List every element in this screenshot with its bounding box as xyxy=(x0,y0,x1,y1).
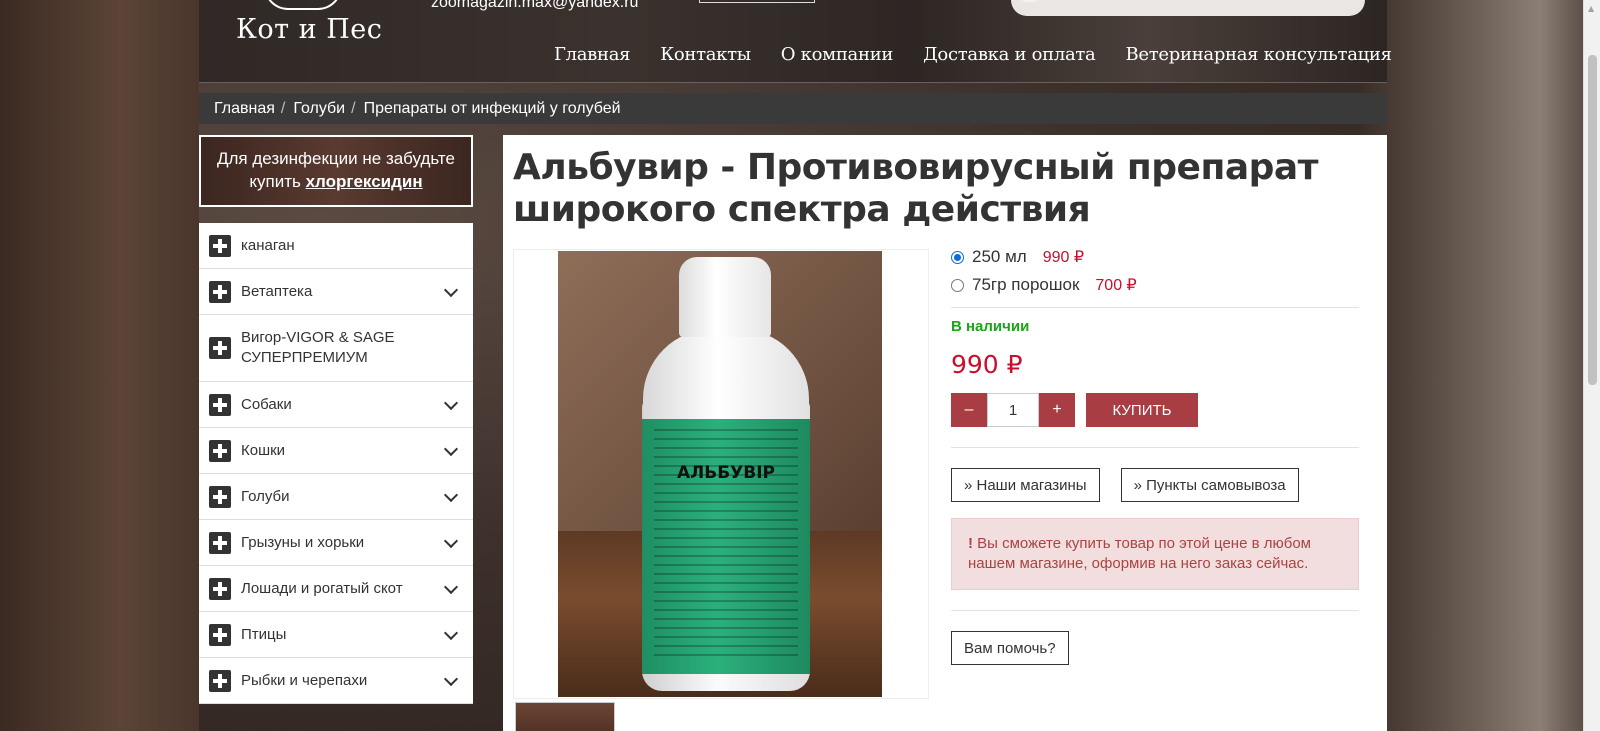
scrollbar[interactable]: ▲ xyxy=(1583,0,1600,731)
sidebar-item-vigor[interactable]: Вигор-VIGOR & SAGE СУПЕРПРЕМИУМ xyxy=(199,315,473,382)
variant-price: 700 ₽ xyxy=(1095,277,1137,294)
main-nav: Главная Контакты О компании Доставка и о… xyxy=(539,44,1407,65)
plus-icon[interactable] xyxy=(209,531,231,554)
plus-icon[interactable] xyxy=(209,485,231,508)
quantity-increment-button[interactable]: + xyxy=(1039,393,1075,427)
breadcrumb-pigeons[interactable]: Голуби xyxy=(293,100,345,118)
search-icon[interactable] xyxy=(1019,0,1041,2)
quantity-input[interactable] xyxy=(987,393,1039,427)
bottle-brand-text: АЛЬБУВІР xyxy=(676,463,776,483)
pickup-points-button[interactable]: » Пункты самовывоза xyxy=(1120,468,1299,502)
sidebar-item-label: Ветаптека xyxy=(241,282,313,300)
chevron-down-icon[interactable] xyxy=(443,625,459,640)
stock-status: В наличии xyxy=(951,318,1030,335)
divider xyxy=(951,610,1359,611)
page-title: Альбувир - Противовирусный препарат широ… xyxy=(513,147,1319,230)
product-photo[interactable]: АЛЬБУВІР xyxy=(558,251,882,697)
chevron-down-icon[interactable] xyxy=(443,671,459,686)
plus-icon[interactable] xyxy=(209,234,231,257)
sidebar-item-label: Птицы xyxy=(241,625,287,643)
header-button[interactable] xyxy=(699,0,815,3)
page-container: Кот и Пес zoomagazin.max@yandex.ru Главн… xyxy=(199,0,1392,731)
quantity-row: – + КУПИТЬ xyxy=(951,393,1359,427)
variant-price: 990 ₽ xyxy=(1042,249,1085,266)
plus-icon[interactable] xyxy=(209,393,231,416)
sidebar-item-dogs[interactable]: Собаки xyxy=(199,382,473,428)
quantity-decrement-button[interactable]: – xyxy=(951,393,987,427)
site-header: Кот и Пес zoomagazin.max@yandex.ru Главн… xyxy=(199,0,1392,83)
nav-item-vet[interactable]: Ветеринарная консультация xyxy=(1110,44,1406,65)
bottle-label: АЛЬБУВІР xyxy=(642,419,810,674)
product-image-frame[interactable]: АЛЬБУВІР xyxy=(513,249,929,699)
buy-button[interactable]: КУПИТЬ xyxy=(1086,393,1198,427)
variant-option[interactable]: 250 мл 990 ₽ xyxy=(951,243,1359,271)
chevron-down-icon[interactable] xyxy=(443,533,459,548)
plus-icon[interactable] xyxy=(209,623,231,646)
nav-item-delivery[interactable]: Доставка и оплата xyxy=(908,44,1110,65)
chevron-down-icon[interactable] xyxy=(443,395,459,410)
breadcrumb-separator: / xyxy=(351,99,356,117)
sidebar-item-label: Собаки xyxy=(241,395,292,413)
search-input[interactable] xyxy=(1011,0,1365,16)
variant-radio[interactable] xyxy=(951,278,964,292)
sidebar-item-vetapteka[interactable]: Ветаптека xyxy=(199,269,473,315)
plus-icon[interactable] xyxy=(209,669,231,692)
sidebar-item-birds[interactable]: Птицы xyxy=(199,612,473,658)
sidebar-item-cats[interactable]: Кошки xyxy=(199,428,473,474)
plus-icon[interactable] xyxy=(209,337,231,359)
nav-item-home[interactable]: Главная xyxy=(539,44,645,65)
price-alert: ! Вы сможете купить товар по этой цене в… xyxy=(951,518,1359,590)
sidebar-item-label: Вигор-VIGOR & SAGE СУПЕРПРЕМИУМ xyxy=(241,329,395,366)
sidebar-item-fish[interactable]: Рыбки и черепахи xyxy=(199,658,473,704)
category-list: канаган Ветаптека Вигор-VIGOR & SAGE СУП… xyxy=(199,223,473,704)
page-background-left xyxy=(0,0,199,731)
help-button[interactable]: Вам помочь? xyxy=(951,631,1069,665)
header-email[interactable]: zoomagazin.max@yandex.ru xyxy=(431,0,638,12)
plus-icon[interactable] xyxy=(209,577,231,600)
sidebar-item-pigeons[interactable]: Голуби xyxy=(199,474,473,520)
logo-icon xyxy=(264,0,342,10)
breadcrumb-home[interactable]: Главная xyxy=(214,100,275,118)
stores-row: » Наши магазины » Пункты самовывоза xyxy=(951,468,1359,502)
variant-option[interactable]: 75гр порошок 700 ₽ xyxy=(951,271,1359,299)
chevron-down-icon[interactable] xyxy=(443,579,459,594)
sidebar-item-label: Голуби xyxy=(241,487,290,505)
sidebar-item-label: канаган xyxy=(241,236,295,254)
variant-name: 75гр порошок xyxy=(972,275,1080,294)
breadcrumb-current: Препараты от инфекций у голубей xyxy=(363,99,621,117)
product-price: 990 ₽ xyxy=(951,350,1023,379)
plus-icon[interactable] xyxy=(209,439,231,462)
alert-text: Вы сможете купить товар по этой цене в л… xyxy=(968,535,1311,572)
variant-name: 250 мл xyxy=(972,247,1027,266)
sidebar-item-label: Кошки xyxy=(241,441,286,459)
product-info: 250 мл 990 ₽ 75гр порошок 700 ₽ В наличи… xyxy=(951,243,1359,665)
our-stores-button[interactable]: » Наши магазины xyxy=(951,468,1100,502)
promo-banner[interactable]: Для дезинфекции не забудьте купить хлорг… xyxy=(199,135,473,207)
chevron-down-icon[interactable] xyxy=(443,487,459,502)
page-background-right xyxy=(1359,0,1600,731)
variant-radio-selected[interactable] xyxy=(951,250,964,264)
breadcrumb-separator: / xyxy=(280,99,286,117)
sidebar-item-label: Грызуны и хорьки xyxy=(241,533,365,551)
sidebar-item-rodents[interactable]: Грызуны и хорьки xyxy=(199,520,473,566)
chevron-down-icon[interactable] xyxy=(443,282,459,297)
site-logo[interactable]: Кот и Пес xyxy=(236,14,382,45)
divider xyxy=(951,447,1359,448)
chevron-down-icon[interactable] xyxy=(443,441,459,456)
sidebar-item-horses[interactable]: Лошади и рогатый скот xyxy=(199,566,473,612)
nav-item-contacts[interactable]: Контакты xyxy=(645,44,766,65)
scroll-up-icon[interactable]: ▲ xyxy=(1588,4,1594,13)
sidebar-item-label: Рыбки и черепахи xyxy=(241,671,368,689)
divider xyxy=(951,307,1359,308)
promo-link[interactable]: хлоргексидин xyxy=(306,172,423,191)
nav-item-about[interactable]: О компании xyxy=(766,44,908,65)
sidebar-item-kanagan[interactable]: канаган xyxy=(199,223,473,269)
product-thumbnail[interactable] xyxy=(515,702,615,731)
sidebar-item-label: Лошади и рогатый скот xyxy=(241,579,403,597)
scrollbar-thumb[interactable] xyxy=(1588,55,1597,385)
product-panel: Альбувир - Противовирусный препарат широ… xyxy=(503,135,1387,731)
plus-icon[interactable] xyxy=(209,280,231,303)
breadcrumb: Главная / Голуби / Препараты от инфекций у… xyxy=(199,93,1387,124)
